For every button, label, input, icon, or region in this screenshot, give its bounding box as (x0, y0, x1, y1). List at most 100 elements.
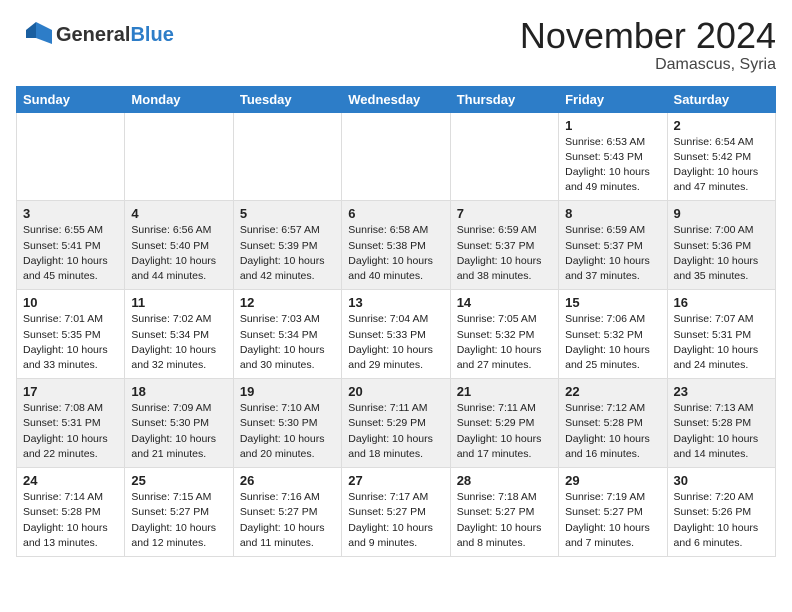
day-number: 8 (565, 206, 660, 221)
day-number: 13 (348, 295, 443, 310)
day-content: Sunrise: 6:59 AMSunset: 5:37 PMDaylight:… (457, 223, 552, 284)
col-saturday: Saturday (667, 86, 775, 112)
day-number: 17 (23, 384, 118, 399)
day-content: Sunrise: 7:09 AMSunset: 5:30 PMDaylight:… (131, 401, 226, 462)
table-row: 13 Sunrise: 7:04 AMSunset: 5:33 PMDayligh… (342, 290, 450, 379)
table-row: 1Sunrise: 6:53 AMSunset: 5:43 PMDaylight… (559, 112, 667, 201)
table-row: 26Sunrise: 7:16 AMSunset: 5:27 PMDayligh… (233, 468, 341, 557)
table-row (125, 112, 233, 201)
table-row: 15 Sunrise: 7:06 AMSunset: 5:32 PMDayligh… (559, 290, 667, 379)
day-content: Sunrise: 7:17 AMSunset: 5:27 PMDaylight:… (348, 490, 443, 551)
table-row (450, 112, 558, 201)
day-number: 29 (565, 473, 660, 488)
day-number: 23 (674, 384, 769, 399)
day-content: Sunrise: 7:04 AMSunset: 5:33 PMDaylight:… (348, 312, 443, 373)
table-row: 28 Sunrise: 7:18 AMSunset: 5:27 PMDayligh… (450, 468, 558, 557)
day-content: Sunrise: 7:10 AMSunset: 5:30 PMDaylight:… (240, 401, 335, 462)
day-content: Sunrise: 7:14 AMSunset: 5:28 PMDaylight:… (23, 490, 118, 551)
table-row: 30 Sunrise: 7:20 AMSunset: 5:26 PMDayligh… (667, 468, 775, 557)
week-row-2: 10Sunrise: 7:01 AMSunset: 5:35 PMDayligh… (17, 290, 776, 379)
day-content: Sunrise: 6:57 AMSunset: 5:39 PMDaylight:… (240, 223, 335, 284)
table-row: 22 Sunrise: 7:12 AMSunset: 5:28 PMDayligh… (559, 379, 667, 468)
logo-blue: Blue (130, 24, 173, 46)
table-row: 9 Sunrise: 7:00 AMSunset: 5:36 PMDaylight… (667, 201, 775, 290)
logo-general: General (56, 24, 130, 46)
day-content: Sunrise: 7:18 AMSunset: 5:27 PMDaylight:… (457, 490, 552, 551)
week-row-3: 17Sunrise: 7:08 AMSunset: 5:31 PMDayligh… (17, 379, 776, 468)
day-content: Sunrise: 6:53 AMSunset: 5:43 PMDaylight:… (565, 135, 660, 196)
day-number: 16 (674, 295, 769, 310)
table-row: 27 Sunrise: 7:17 AMSunset: 5:27 PMDayligh… (342, 468, 450, 557)
table-row: 16 Sunrise: 7:07 AMSunset: 5:31 PMDayligh… (667, 290, 775, 379)
day-content: Sunrise: 7:05 AMSunset: 5:32 PMDaylight:… (457, 312, 552, 373)
table-row: 24 Sunrise: 7:14 AMSunset: 5:28 PMDayligh… (17, 468, 125, 557)
table-row: 4 Sunrise: 6:56 AMSunset: 5:40 PMDaylight… (125, 201, 233, 290)
table-row: 7 Sunrise: 6:59 AMSunset: 5:37 PMDaylight… (450, 201, 558, 290)
day-number: 14 (457, 295, 552, 310)
day-number: 5 (240, 206, 335, 221)
table-row: 8 Sunrise: 6:59 AMSunset: 5:37 PMDaylight… (559, 201, 667, 290)
day-number: 9 (674, 206, 769, 221)
table-row: 5 Sunrise: 6:57 AMSunset: 5:39 PMDaylight… (233, 201, 341, 290)
col-friday: Friday (559, 86, 667, 112)
table-row: 3Sunrise: 6:55 AMSunset: 5:41 PMDaylight… (17, 201, 125, 290)
day-content: Sunrise: 6:58 AMSunset: 5:38 PMDaylight:… (348, 223, 443, 284)
day-number: 27 (348, 473, 443, 488)
day-number: 15 (565, 295, 660, 310)
col-sunday: Sunday (17, 86, 125, 112)
day-content: Sunrise: 7:06 AMSunset: 5:32 PMDaylight:… (565, 312, 660, 373)
table-row: 17Sunrise: 7:08 AMSunset: 5:31 PMDayligh… (17, 379, 125, 468)
day-content: Sunrise: 7:00 AMSunset: 5:36 PMDaylight:… (674, 223, 769, 284)
day-number: 26 (240, 473, 335, 488)
title-area: November 2024 Damascus, Syria (520, 16, 776, 74)
day-content: Sunrise: 7:20 AMSunset: 5:26 PMDaylight:… (674, 490, 769, 551)
day-content: Sunrise: 7:11 AMSunset: 5:29 PMDaylight:… (457, 401, 552, 462)
logo-icon (16, 16, 54, 54)
day-number: 18 (131, 384, 226, 399)
day-number: 28 (457, 473, 552, 488)
day-number: 7 (457, 206, 552, 221)
day-number: 19 (240, 384, 335, 399)
calendar-table: Sunday Monday Tuesday Wednesday Thursday… (16, 86, 776, 557)
table-row (342, 112, 450, 201)
table-row (17, 112, 125, 201)
table-row: 19 Sunrise: 7:10 AMSunset: 5:30 PMDayligh… (233, 379, 341, 468)
col-tuesday: Tuesday (233, 86, 341, 112)
day-number: 21 (457, 384, 552, 399)
table-row: 11Sunrise: 7:02 AMSunset: 5:34 PMDayligh… (125, 290, 233, 379)
table-row: 10Sunrise: 7:01 AMSunset: 5:35 PMDayligh… (17, 290, 125, 379)
day-number: 6 (348, 206, 443, 221)
day-content: Sunrise: 7:11 AMSunset: 5:29 PMDaylight:… (348, 401, 443, 462)
location: Damascus, Syria (520, 56, 776, 74)
week-row-1: 3Sunrise: 6:55 AMSunset: 5:41 PMDaylight… (17, 201, 776, 290)
day-content: Sunrise: 7:01 AMSunset: 5:35 PMDaylight:… (23, 312, 118, 373)
day-content: Sunrise: 7:19 AMSunset: 5:27 PMDaylight:… (565, 490, 660, 551)
day-content: Sunrise: 6:56 AMSunset: 5:40 PMDaylight:… (131, 223, 226, 284)
day-content: Sunrise: 7:02 AMSunset: 5:34 PMDaylight:… (131, 312, 226, 373)
table-row: 14 Sunrise: 7:05 AMSunset: 5:32 PMDayligh… (450, 290, 558, 379)
day-content: Sunrise: 7:12 AMSunset: 5:28 PMDaylight:… (565, 401, 660, 462)
day-content: Sunrise: 6:55 AMSunset: 5:41 PMDaylight:… (23, 223, 118, 284)
day-number: 25 (131, 473, 226, 488)
col-monday: Monday (125, 86, 233, 112)
day-number: 24 (23, 473, 118, 488)
table-row: 20 Sunrise: 7:11 AMSunset: 5:29 PMDayligh… (342, 379, 450, 468)
day-number: 4 (131, 206, 226, 221)
week-row-4: 24 Sunrise: 7:14 AMSunset: 5:28 PMDayligh… (17, 468, 776, 557)
logo-text: GeneralBlue (56, 24, 174, 46)
day-content: Sunrise: 7:13 AMSunset: 5:28 PMDaylight:… (674, 401, 769, 462)
table-row: 23 Sunrise: 7:13 AMSunset: 5:28 PMDayligh… (667, 379, 775, 468)
table-row: 12Sunrise: 7:03 AMSunset: 5:34 PMDayligh… (233, 290, 341, 379)
day-content: Sunrise: 7:07 AMSunset: 5:31 PMDaylight:… (674, 312, 769, 373)
day-number: 2 (674, 118, 769, 133)
table-row: 18 Sunrise: 7:09 AMSunset: 5:30 PMDayligh… (125, 379, 233, 468)
table-row: 25 Sunrise: 7:15 AMSunset: 5:27 PMDayligh… (125, 468, 233, 557)
day-content: Sunrise: 6:54 AMSunset: 5:42 PMDaylight:… (674, 135, 769, 196)
day-content: Sunrise: 7:15 AMSunset: 5:27 PMDaylight:… (131, 490, 226, 551)
day-number: 20 (348, 384, 443, 399)
day-number: 30 (674, 473, 769, 488)
table-row: 29 Sunrise: 7:19 AMSunset: 5:27 PMDayligh… (559, 468, 667, 557)
month-title: November 2024 (520, 16, 776, 56)
day-number: 22 (565, 384, 660, 399)
day-content: Sunrise: 6:59 AMSunset: 5:37 PMDaylight:… (565, 223, 660, 284)
